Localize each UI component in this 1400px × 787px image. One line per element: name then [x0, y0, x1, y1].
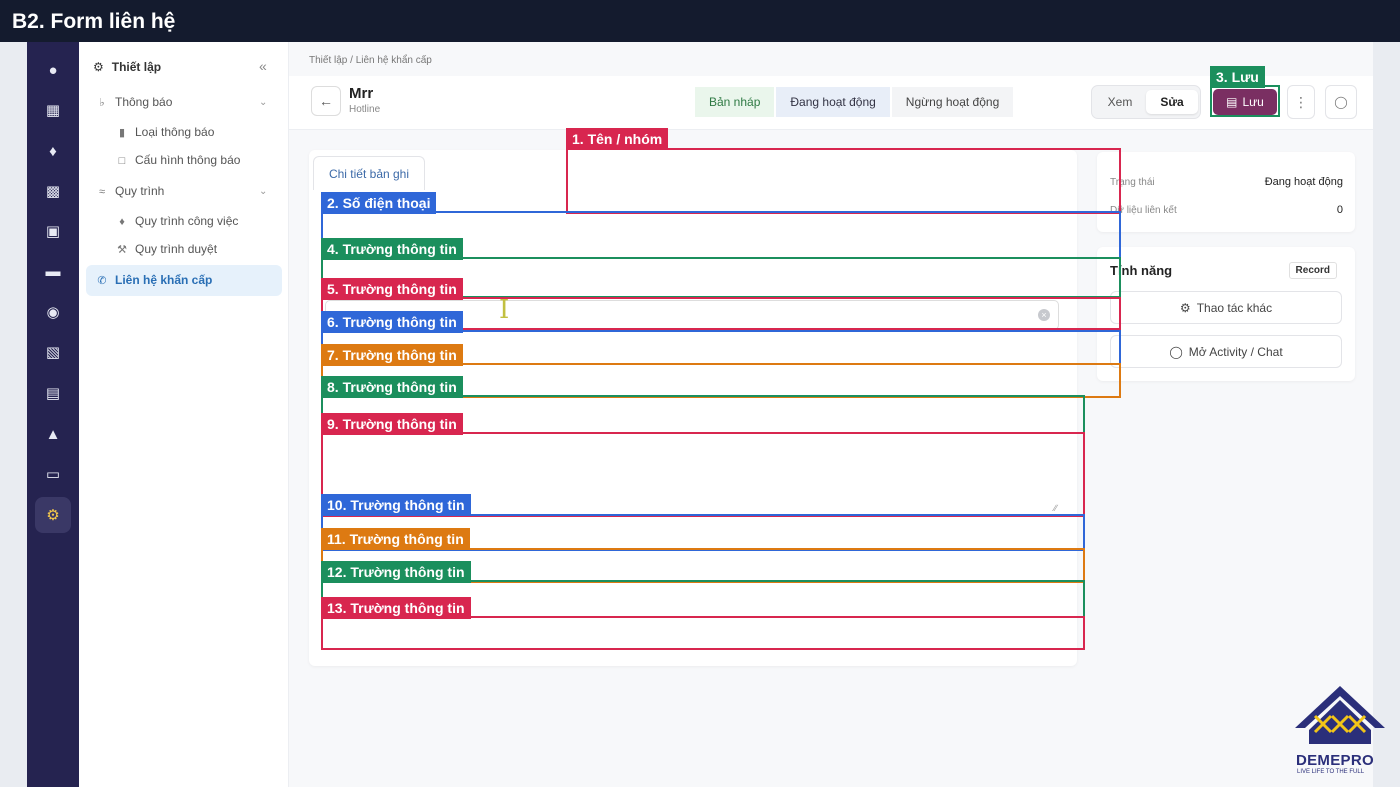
tab-record-details[interactable]: Chi tiết bản ghi: [313, 156, 425, 190]
edit-mode-button[interactable]: Sửa: [1146, 90, 1198, 114]
annotation-box-1: [566, 148, 1121, 214]
annotation-label-3: 3. Lưu: [1210, 66, 1265, 88]
phone-icon: ✆: [97, 275, 107, 287]
linked-data-value: 0: [1336, 204, 1343, 216]
org-icon[interactable]: ♦: [41, 139, 65, 163]
gear-icon: ⚙: [1179, 300, 1191, 315]
sidebar-item-notifications[interactable]: ♭ Thông báo: [95, 95, 172, 109]
feature-card: Tính năng Record ⚙ Thao tác khác ◯ Mở Acti…: [1097, 247, 1355, 381]
chat-icon: □: [118, 155, 126, 167]
person-icon[interactable]: ▲: [41, 422, 65, 446]
chevron-down-icon[interactable]: ⌄: [259, 97, 267, 108]
sidebar-item-notification-config[interactable]: □ Cấu hình thông báo: [115, 153, 241, 167]
breadcrumb: Thiết lập / Liên hệ khẩn cấp: [309, 55, 432, 66]
more-options-button[interactable]: ⋮: [1287, 85, 1315, 119]
message-icon: ▮: [118, 127, 126, 139]
view-edit-toggle: Xem Sửa: [1091, 85, 1201, 119]
demepro-logo-mark: [1295, 686, 1385, 744]
status-step-draft[interactable]: Bản nháp: [695, 87, 775, 117]
demepro-logo: DEMEPRO LIVE LIFE TO THE FULL: [1293, 684, 1388, 784]
more-actions-button[interactable]: ⚙ Thao tác khác: [1110, 291, 1342, 324]
sidebar-header: ⚙ Thiết lập: [93, 60, 162, 74]
chevron-down-icon[interactable]: ⌄: [259, 186, 267, 197]
icon-rail: ● ▦ ♦ ▩ ▣ ▬ ◉ ▧ ▤ ▲ ▭ ⚙: [27, 42, 79, 787]
users-icon[interactable]: ◉: [41, 300, 65, 324]
annotation-label-10: 10. Trường thông tin: [321, 494, 471, 516]
status-steps: Bản nháp Đang hoạt động Ngừng hoạt động: [695, 87, 1015, 117]
record-subtitle: Hotline: [349, 104, 381, 115]
sidebar-item-workflows[interactable]: ≈ Quy trình: [95, 184, 164, 198]
car-icon[interactable]: ▬: [41, 259, 65, 283]
annotation-label-12: 12. Trường thông tin: [321, 561, 471, 583]
status-step-inactive[interactable]: Ngừng hoạt động: [891, 87, 1014, 117]
chat-icon: ◯: [1169, 344, 1183, 359]
back-button[interactable]: ←: [311, 86, 341, 116]
annotation-box-3: [1210, 85, 1280, 117]
chat-icon: ◯: [1334, 95, 1348, 109]
annotation-label-11: 11. Trường thông tin: [321, 528, 470, 550]
slide-title: B2. Form liên hệ: [12, 10, 176, 33]
annotation-label-6: 6. Trường thông tin: [321, 311, 463, 333]
status-step-active[interactable]: Đang hoạt động: [776, 87, 890, 117]
annotation-label-7: 7. Trường thông tin: [321, 344, 463, 366]
annotation-label-4: 4. Trường thông tin: [321, 238, 463, 260]
logo-tagline: LIVE LIFE TO THE FULL: [1297, 769, 1365, 775]
annotation-label-5: 5. Trường thông tin: [321, 278, 463, 300]
slide-title-bar: B2. Form liên hệ: [0, 0, 1400, 42]
gear-icon: ⚙: [93, 60, 104, 74]
arrow-left-icon: ←: [319, 93, 333, 109]
chart-icon[interactable]: ▭: [41, 462, 65, 486]
sidebar-item-approval-process[interactable]: ⚒ Quy trình duyệt: [115, 242, 217, 256]
annotation-label-13: 13. Trường thông tin: [321, 597, 471, 619]
open-activity-chat-button[interactable]: ◯ Mở Activity / Chat: [1110, 335, 1342, 368]
gavel-icon: ⚒: [117, 244, 127, 256]
status-value: Đang hoạt động: [1264, 176, 1343, 188]
logo-name: DEMEPRO: [1296, 752, 1374, 769]
annotation-label-1: 1. Tên / nhóm: [566, 128, 669, 150]
annotation-label-8: 8. Trường thông tin: [321, 376, 463, 398]
chat-button[interactable]: ◯: [1325, 85, 1357, 119]
record-name: Mrr: [349, 85, 374, 102]
annotation-box-13: [321, 616, 1085, 650]
calculator-icon[interactable]: ▩: [41, 179, 65, 203]
company-icon[interactable]: ▧: [41, 340, 65, 364]
sidebar-item-emergency-contacts[interactable]: ✆ Liên hệ khẩn cấp: [95, 273, 212, 287]
sidebar-item-notification-types[interactable]: ▮ Loại thông báo: [115, 125, 214, 139]
sidebar-item-work-process[interactable]: ♦ Quy trình công việc: [115, 214, 238, 228]
gear-icon[interactable]: ⚙: [35, 497, 71, 533]
sitemap-icon: ♦: [119, 216, 125, 228]
building-icon[interactable]: ▦: [41, 98, 65, 122]
kebab-icon: ⋮: [1294, 93, 1308, 110]
user-icon[interactable]: ●: [41, 58, 65, 82]
bell-icon: ♭: [99, 97, 105, 109]
collapse-sidebar-icon[interactable]: «: [259, 58, 267, 74]
briefcase-icon[interactable]: ▣: [41, 219, 65, 243]
status-card: Trạng thái Đang hoạt động Dữ liệu liên k…: [1097, 152, 1355, 232]
store-icon[interactable]: ▤: [41, 381, 65, 405]
workflow-icon: ≈: [98, 186, 106, 198]
annotation-label-9: 9. Trường thông tin: [321, 413, 463, 435]
settings-sidebar: ⚙ Thiết lập « ♭ Thông báo ⌄ ▮ Loại thông bá…: [79, 42, 289, 787]
annotation-label-2: 2. Số điện thoại: [321, 192, 437, 214]
view-mode-button[interactable]: Xem: [1098, 90, 1142, 114]
record-badge: Record: [1288, 262, 1337, 279]
